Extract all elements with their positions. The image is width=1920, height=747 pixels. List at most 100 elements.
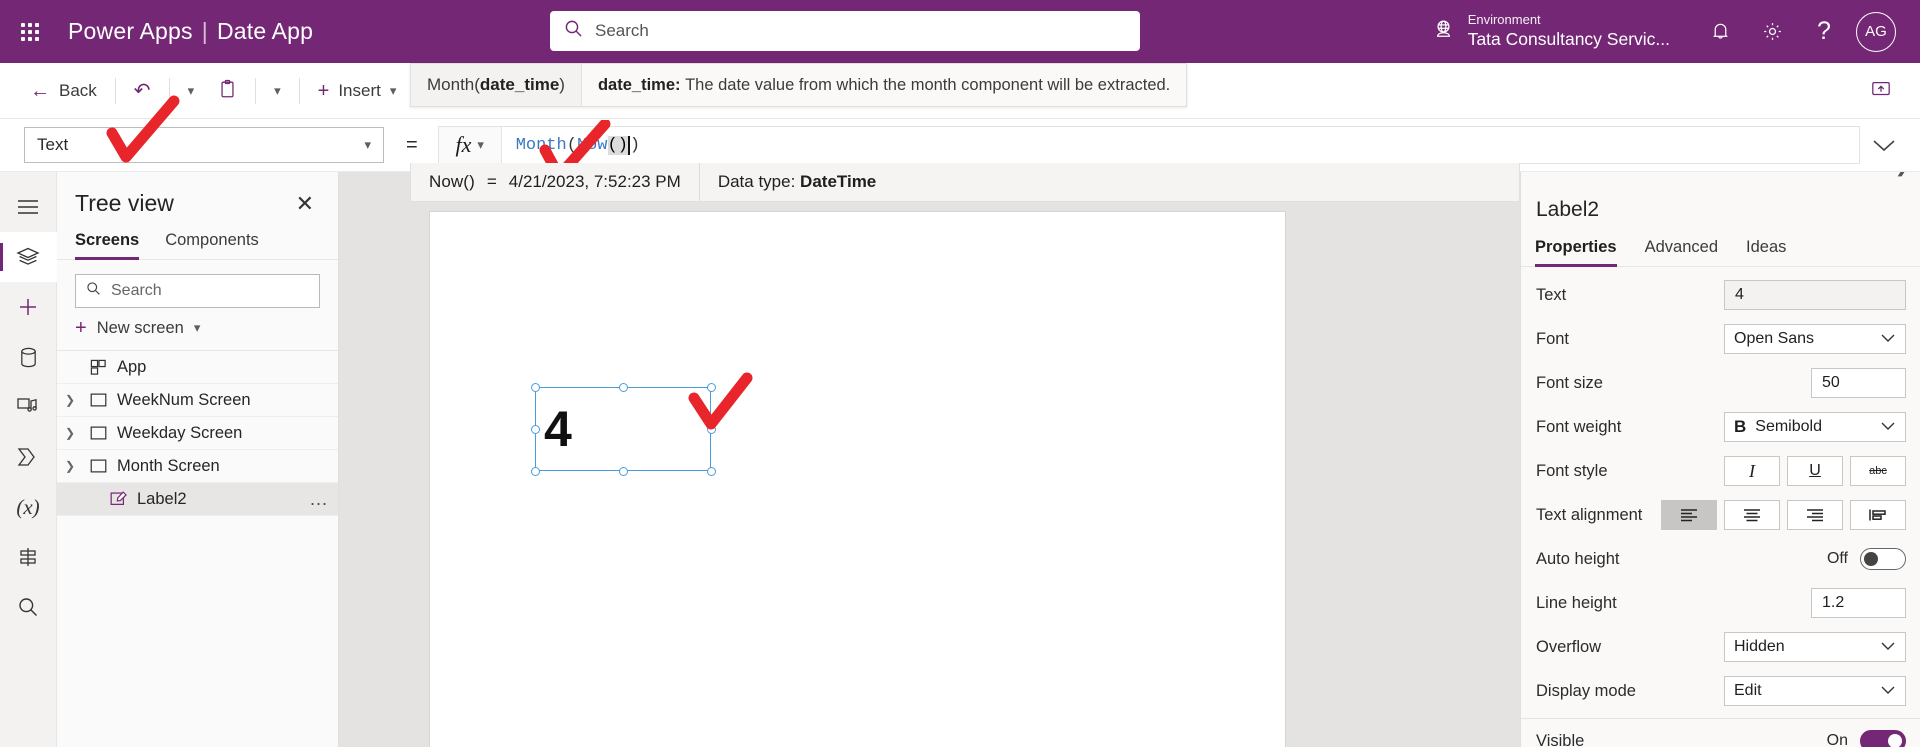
chevron-right-icon[interactable]: ❯ bbox=[1895, 172, 1910, 177]
align-right-button[interactable] bbox=[1787, 500, 1843, 530]
back-button[interactable]: ← Back bbox=[18, 71, 109, 111]
paste-button[interactable] bbox=[206, 71, 249, 111]
property-label: Visible bbox=[1536, 731, 1585, 747]
resize-handle-nw[interactable] bbox=[530, 382, 540, 392]
font-select[interactable]: Open Sans bbox=[1724, 324, 1906, 354]
global-search[interactable] bbox=[550, 11, 1140, 51]
data-icon[interactable] bbox=[0, 332, 57, 382]
property-row-overflow: Overflow Hidden bbox=[1521, 625, 1920, 669]
property-label: Font size bbox=[1536, 373, 1603, 392]
canvas-area[interactable]: 4 bbox=[339, 172, 1520, 747]
chevron-down-icon[interactable]: ❯ bbox=[57, 459, 83, 473]
property-label: Text alignment bbox=[1536, 505, 1643, 524]
insert-button[interactable]: + Insert ▾ bbox=[306, 71, 409, 111]
resize-handle-ne[interactable] bbox=[706, 382, 716, 392]
publish-icon bbox=[1870, 79, 1892, 103]
property-row-visible: Visible On bbox=[1521, 719, 1920, 747]
property-label: Font style bbox=[1536, 461, 1608, 480]
property-label: Line height bbox=[1536, 593, 1617, 612]
tree-search[interactable] bbox=[75, 274, 320, 308]
search-input[interactable] bbox=[595, 21, 1126, 41]
power-automate-icon[interactable] bbox=[0, 432, 57, 482]
app-checker-icon[interactable] bbox=[0, 532, 57, 582]
visible-toggle[interactable] bbox=[1860, 730, 1906, 747]
auto-height-toggle[interactable] bbox=[1860, 548, 1906, 570]
publish-button[interactable] bbox=[1858, 71, 1904, 111]
display-mode-value: Edit bbox=[1734, 682, 1762, 699]
screen-icon bbox=[83, 426, 113, 440]
divider bbox=[168, 77, 170, 104]
media-icon[interactable] bbox=[0, 382, 57, 432]
tab-screens[interactable]: Screens bbox=[75, 231, 140, 260]
hamburger-menu-icon[interactable] bbox=[0, 182, 57, 232]
formula-function-name: Month bbox=[515, 135, 567, 155]
font-size-value: 50 bbox=[1822, 374, 1840, 391]
result-datatype-cell: Data type: DateTime bbox=[700, 163, 894, 201]
italic-button[interactable]: I bbox=[1724, 456, 1780, 486]
screen-icon bbox=[83, 393, 113, 407]
resize-handle-s[interactable] bbox=[618, 466, 628, 476]
tree-item-label2[interactable]: Label2 ... bbox=[57, 483, 338, 516]
resize-handle-sw[interactable] bbox=[530, 466, 540, 476]
tab-advanced[interactable]: Advanced bbox=[1645, 238, 1718, 266]
app-name[interactable]: Date App bbox=[217, 18, 313, 44]
close-icon[interactable]: ✕ bbox=[290, 191, 320, 217]
chevron-right-icon[interactable]: ❯ bbox=[57, 393, 83, 407]
visible-state: On bbox=[1826, 732, 1848, 747]
environment-picker[interactable]: Environment Tata Consultancy Servic... bbox=[1431, 0, 1670, 63]
signature-param: date_time bbox=[479, 75, 560, 94]
line-height-input[interactable]: 1.2 bbox=[1811, 588, 1906, 618]
chevron-down-icon bbox=[1880, 330, 1896, 348]
resize-handle-e[interactable] bbox=[706, 424, 716, 434]
globe-icon bbox=[1431, 17, 1456, 47]
brand-title: Power Apps | Date App bbox=[68, 18, 313, 45]
tab-ideas[interactable]: Ideas bbox=[1746, 238, 1786, 266]
undo-button[interactable]: ↶ bbox=[122, 71, 163, 111]
fx-button[interactable]: fx ▾ bbox=[437, 126, 502, 164]
tree-view-tabs: Screens Components bbox=[57, 217, 338, 260]
align-justify-button[interactable] bbox=[1850, 500, 1906, 530]
formula-collapse-button[interactable] bbox=[1862, 122, 1906, 168]
chevron-right-icon[interactable]: ❯ bbox=[57, 426, 83, 440]
tree-view-icon[interactable] bbox=[0, 232, 57, 282]
tree-item-weekday-screen[interactable]: ❯ Weekday Screen bbox=[57, 417, 338, 450]
bell-icon[interactable] bbox=[1694, 0, 1746, 63]
tab-properties[interactable]: Properties bbox=[1535, 238, 1617, 267]
tree-item-overflow-icon[interactable]: ... bbox=[310, 489, 328, 510]
undo-dropdown[interactable]: ▾ bbox=[176, 71, 207, 111]
font-select-value: Open Sans bbox=[1734, 330, 1815, 347]
resize-handle-n[interactable] bbox=[618, 382, 628, 392]
product-name[interactable]: Power Apps bbox=[68, 18, 193, 44]
gear-icon[interactable] bbox=[1746, 0, 1798, 63]
font-size-input[interactable]: 50 bbox=[1811, 368, 1906, 398]
new-screen-button[interactable]: + New screen ▾ bbox=[57, 308, 338, 351]
avatar[interactable]: AG bbox=[1856, 11, 1896, 52]
label2-control[interactable]: 4 bbox=[535, 387, 711, 471]
resize-handle-w[interactable] bbox=[530, 424, 540, 434]
property-select[interactable]: Text ▾ bbox=[24, 127, 384, 163]
underline-button[interactable]: U bbox=[1787, 456, 1843, 486]
overflow-select[interactable]: Hidden bbox=[1724, 632, 1906, 662]
search-icon[interactable] bbox=[0, 582, 57, 632]
text-field[interactable]: 4 bbox=[1724, 280, 1906, 310]
tab-components[interactable]: Components bbox=[165, 231, 259, 259]
formula-input[interactable]: Month( Now() ) bbox=[501, 126, 1860, 164]
question-mark-icon[interactable]: ? bbox=[1798, 0, 1850, 63]
variables-icon[interactable]: (x) bbox=[0, 482, 57, 532]
strikethrough-button[interactable]: abc bbox=[1850, 456, 1906, 486]
app-launcher-icon[interactable] bbox=[8, 22, 52, 41]
resize-handle-se[interactable] bbox=[706, 466, 716, 476]
app-screen-canvas[interactable]: 4 bbox=[430, 212, 1285, 747]
tree-search-input[interactable] bbox=[111, 282, 309, 300]
tree-item-month-screen[interactable]: ❯ Month Screen bbox=[57, 450, 338, 483]
font-weight-select[interactable]: B Semibold bbox=[1724, 412, 1906, 442]
brand-separator: | bbox=[201, 18, 208, 44]
insert-icon[interactable] bbox=[0, 282, 57, 332]
align-center-button[interactable] bbox=[1724, 500, 1780, 530]
display-mode-select[interactable]: Edit bbox=[1724, 676, 1906, 706]
paste-dropdown[interactable]: ▾ bbox=[262, 71, 293, 111]
property-row-text: Text 4 bbox=[1521, 273, 1920, 317]
tree-item-weeknum-screen[interactable]: ❯ WeekNum Screen bbox=[57, 384, 338, 417]
tree-item-app[interactable]: App bbox=[57, 351, 338, 384]
align-left-button[interactable] bbox=[1661, 500, 1717, 530]
